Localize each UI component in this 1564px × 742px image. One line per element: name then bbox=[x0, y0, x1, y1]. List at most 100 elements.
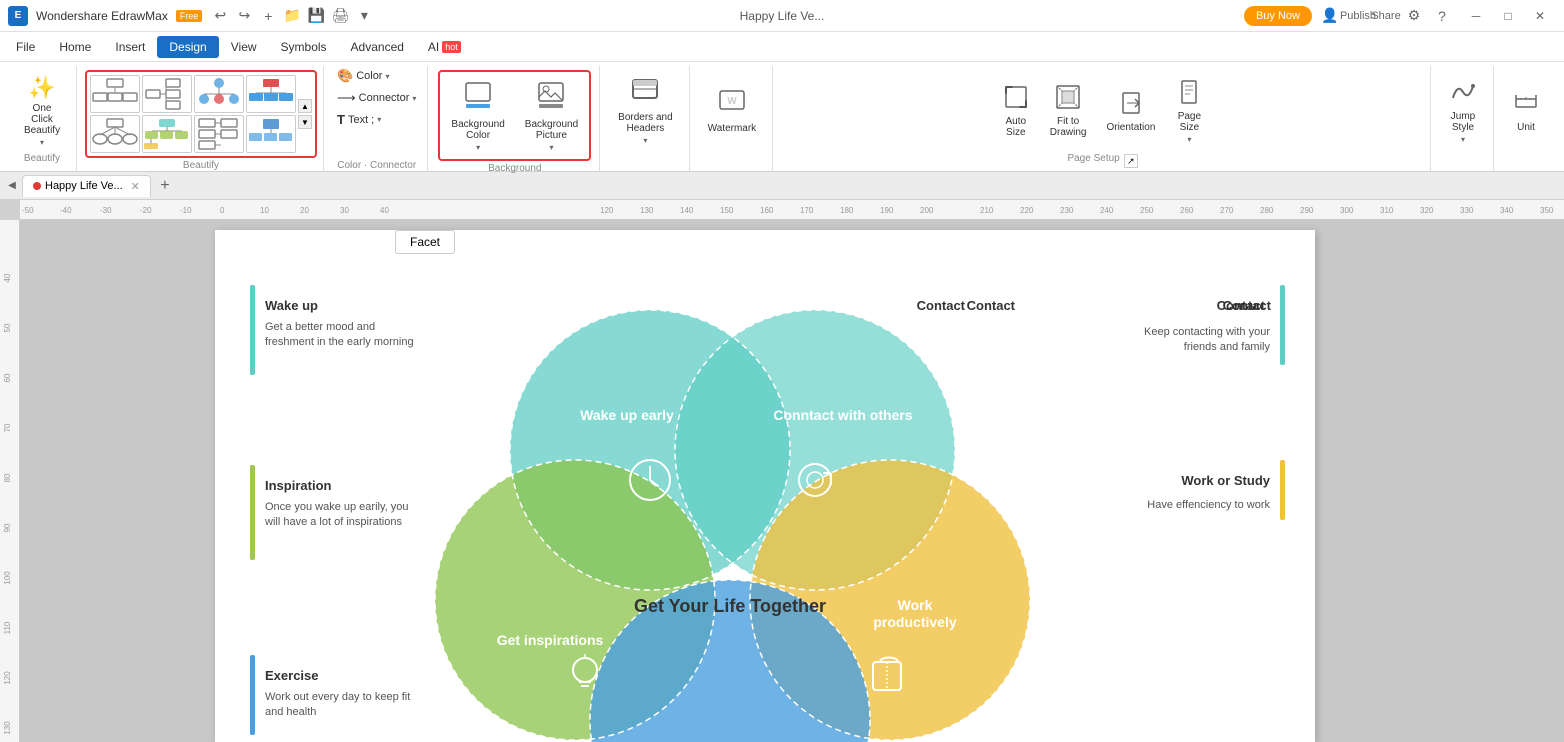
background-picture-button[interactable]: BackgroundPicture ▾ bbox=[517, 75, 586, 156]
jump-style-group: JumpStyle ▾ bbox=[1433, 66, 1494, 171]
page-setup-group: AutoSize Fit toDrawing bbox=[775, 66, 1431, 171]
background-group-label: Background bbox=[438, 161, 591, 174]
connector-button[interactable]: ⟶ Connector ▾ bbox=[332, 88, 421, 108]
top-ruler: -50 -40 -30 -20 -10 0 10 20 30 40 120 13… bbox=[20, 200, 1564, 220]
style-button-2[interactable] bbox=[142, 75, 192, 113]
buy-now-button[interactable]: Buy Now bbox=[1244, 6, 1312, 26]
unit-icon bbox=[1512, 89, 1540, 120]
tab-close[interactable]: ✕ bbox=[131, 180, 140, 193]
svg-text:160: 160 bbox=[760, 206, 774, 215]
fit-drawing-button[interactable]: Fit toDrawing bbox=[1042, 79, 1095, 142]
svg-text:110: 110 bbox=[3, 621, 12, 634]
borders-group: Borders andHeaders ▾ bbox=[602, 66, 689, 171]
svg-text:Inspiration: Inspiration bbox=[265, 478, 332, 493]
orientation-button[interactable]: Orientation bbox=[1098, 85, 1163, 137]
style-button-4[interactable] bbox=[246, 75, 296, 113]
window-controls: ─ □ ✕ bbox=[1460, 6, 1556, 26]
svg-text:-50: -50 bbox=[22, 206, 34, 215]
style-button-1[interactable] bbox=[90, 75, 140, 113]
unit-button[interactable]: Unit bbox=[1504, 85, 1548, 137]
color-label: Color bbox=[356, 70, 382, 82]
print-icon[interactable]: 🖨 bbox=[330, 6, 350, 26]
close-button[interactable]: ✕ bbox=[1524, 6, 1556, 26]
style-button-7[interactable] bbox=[194, 115, 244, 153]
svg-text:130: 130 bbox=[3, 721, 12, 735]
background-color-button[interactable]: BackgroundColor ▾ bbox=[443, 75, 512, 156]
title-center: Happy Life Ve... bbox=[740, 9, 825, 23]
options-button[interactable]: ⚙ bbox=[1404, 6, 1424, 26]
svg-text:140: 140 bbox=[680, 206, 694, 215]
share-button[interactable]: Share bbox=[1376, 6, 1396, 26]
save-icon[interactable]: 💾 bbox=[306, 6, 326, 26]
svg-text:170: 170 bbox=[800, 206, 814, 215]
tab-add-button[interactable]: + bbox=[153, 174, 177, 198]
canvas-background: Facet bbox=[20, 220, 1564, 742]
style-scroll-down[interactable]: ▼ bbox=[298, 115, 312, 129]
svg-text:290: 290 bbox=[1300, 206, 1314, 215]
one-click-beautify-group: ✨ One ClickBeautify ▾ Beautify bbox=[8, 66, 77, 171]
svg-text:200: 200 bbox=[920, 206, 934, 215]
jump-style-button[interactable]: JumpStyle ▾ bbox=[1441, 74, 1485, 148]
minimize-button[interactable]: ─ bbox=[1460, 6, 1492, 26]
borders-headers-button[interactable]: Borders andHeaders ▾ bbox=[610, 73, 680, 149]
auto-size-button[interactable]: AutoSize bbox=[994, 79, 1038, 142]
menu-file[interactable]: File bbox=[4, 36, 47, 58]
watermark-icon: W bbox=[717, 88, 747, 121]
new-icon[interactable]: + bbox=[258, 6, 278, 26]
svg-text:180: 180 bbox=[840, 206, 854, 215]
free-badge: Free bbox=[176, 10, 203, 22]
more-icon[interactable]: ▾ bbox=[354, 6, 374, 26]
svg-text:30: 30 bbox=[340, 206, 349, 215]
publish-button[interactable]: Publish bbox=[1348, 6, 1368, 26]
borders-label: Borders andHeaders bbox=[618, 112, 672, 134]
redo-icon[interactable]: ↪ bbox=[234, 6, 254, 26]
style-button-8[interactable] bbox=[246, 115, 296, 153]
left-ruler: 40 50 60 70 80 90 100 110 120 130 140 bbox=[0, 220, 20, 742]
page-size-button[interactable]: PageSize ▾ bbox=[1167, 74, 1211, 148]
menu-advanced[interactable]: Advanced bbox=[339, 36, 416, 58]
user-avatar[interactable]: 👤 bbox=[1320, 6, 1340, 26]
title-toolbar: ↩ ↪ + 📁 💾 🖨 ▾ bbox=[210, 6, 374, 26]
venn-diagram-svg: Wake up early Conntact with others Get i… bbox=[215, 230, 1315, 742]
connector-label: Connector bbox=[359, 92, 410, 104]
open-icon[interactable]: 📁 bbox=[282, 6, 302, 26]
svg-text:-20: -20 bbox=[140, 206, 152, 215]
unit-group: Unit bbox=[1496, 66, 1556, 171]
menu-view[interactable]: View bbox=[219, 36, 269, 58]
menu-ai[interactable]: AI hot bbox=[416, 36, 473, 58]
style-button-6[interactable] bbox=[142, 115, 192, 153]
svg-text:210: 210 bbox=[980, 206, 994, 215]
menu-insert[interactable]: Insert bbox=[103, 36, 157, 58]
svg-text:300: 300 bbox=[1340, 206, 1354, 215]
page-setup-expand[interactable]: ↗ bbox=[1124, 154, 1138, 168]
bg-picture-chevron: ▾ bbox=[549, 143, 553, 152]
menu-bar: File Home Insert Design View Symbols Adv… bbox=[0, 32, 1564, 62]
tabs-bar: ◀ Happy Life Ve... ✕ + bbox=[0, 172, 1564, 200]
svg-text:270: 270 bbox=[1220, 206, 1234, 215]
svg-text:Contact: Contact bbox=[967, 298, 1016, 313]
help-button[interactable]: ? bbox=[1432, 6, 1452, 26]
svg-text:friends and family: friends and family bbox=[1184, 341, 1271, 353]
menu-home[interactable]: Home bbox=[47, 36, 103, 58]
one-click-beautify-button[interactable]: ✨ One ClickBeautify ▾ bbox=[16, 71, 68, 151]
undo-icon[interactable]: ↩ bbox=[210, 6, 230, 26]
style-button-3[interactable] bbox=[194, 75, 244, 113]
svg-text:W: W bbox=[727, 96, 737, 107]
menu-design[interactable]: Design bbox=[157, 36, 218, 58]
style-scroll-up[interactable]: ▲ bbox=[298, 99, 312, 113]
sidebar-collapse[interactable]: ◀ bbox=[4, 178, 20, 194]
watermark-button[interactable]: W Watermark bbox=[700, 84, 765, 138]
maximize-button[interactable]: □ bbox=[1492, 6, 1524, 26]
title-bar: E Wondershare EdrawMax Free ↩ ↪ + 📁 💾 🖨 … bbox=[0, 0, 1564, 32]
menu-symbols[interactable]: Symbols bbox=[269, 36, 339, 58]
jump-style-chevron: ▾ bbox=[1461, 135, 1465, 144]
svg-text:70: 70 bbox=[3, 423, 12, 432]
document-area[interactable]: Facet bbox=[215, 230, 1315, 742]
color-button[interactable]: 🎨 Color ▾ bbox=[332, 66, 421, 86]
tab-happy-life[interactable]: Happy Life Ve... ✕ bbox=[22, 175, 151, 197]
style-button-5[interactable] bbox=[90, 115, 140, 153]
text-button[interactable]: T Text ; ▾ bbox=[332, 110, 421, 129]
svg-text:0: 0 bbox=[220, 206, 225, 215]
svg-text:Exercise: Exercise bbox=[265, 668, 319, 683]
style-buttons-group: ▲ ▼ Beautify bbox=[79, 66, 324, 171]
